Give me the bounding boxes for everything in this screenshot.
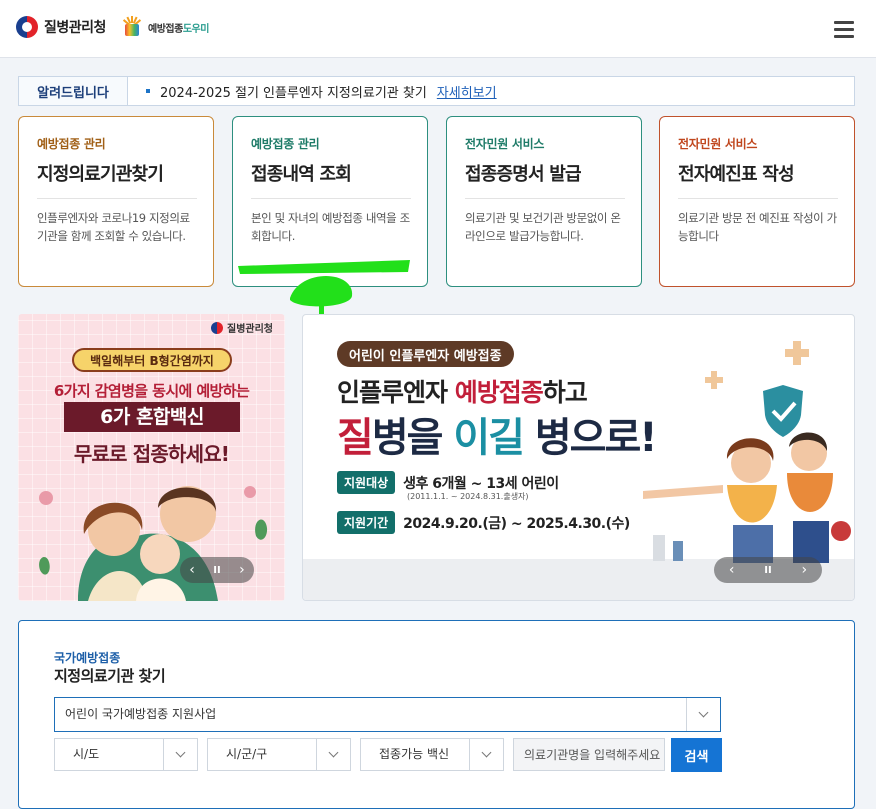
notice-label: 알려드립니다 [19,77,128,105]
children-illustration [643,341,851,563]
card-title: 접종내역 조회 [251,160,411,199]
pause-icon[interactable]: II [213,565,220,576]
search-button[interactable]: 검색 [671,738,722,772]
right-banner-controls: ‹ II › [714,557,822,583]
vaccination-helper-logo[interactable]: 예방접종도우미 [120,16,209,38]
support-period-tag: 지원기간 [337,511,396,534]
notice-more-link[interactable]: 자세히보기 [437,82,497,101]
sigungu-select-value: 시/군/구 [226,747,268,761]
next-arrow-icon[interactable]: › [801,562,807,578]
sigungu-select[interactable]: 시/군/구 [207,738,351,771]
card-title: 접종증명서 발급 [465,160,625,199]
vaccine-select-value: 접종가능 백신 [379,747,450,761]
designated-clinic-search: 국가예방접종 지정의료기관 찾기 어린이 국가예방접종 지원사업 시/도 시/군… [18,620,855,809]
taegeuk-icon [211,321,223,334]
chevron-down-icon [469,739,503,770]
search-title: 지정의료기관 찾기 [54,667,166,685]
banner-pill: 어린이 인플루엔자 예방접종 [337,341,514,367]
card-description: 의료기관 방문 전 예진표 작성이 가능합니다 [678,211,837,244]
prev-arrow-icon[interactable]: ‹ [189,562,195,578]
taegeuk-icon [16,16,38,38]
hamburger-menu-icon[interactable] [834,21,854,38]
card-title: 지정의료기관찾기 [37,160,197,199]
chevron-down-icon [686,698,720,731]
left-banner-controls: ‹ II › [180,557,254,583]
notice-bar: 알려드립니다 2024-2025 절기 인플루엔자 지정의료기관 찾기 자세히보… [18,76,855,106]
bullet-icon [146,89,150,93]
banner-headline-1: 6가지 감염병을 동시에 예방하는 [53,382,250,400]
banner-headline-2: 6가 혼합백신 [64,402,240,432]
prev-arrow-icon[interactable]: ‹ [729,562,735,578]
banner-headline-1: 인플루엔자 예방접종하고 [337,378,588,407]
search-category: 국가예방접종 [54,651,121,665]
card-description: 본인 및 자녀의 예방접종 내역을 조회합니다. [251,211,410,244]
program-select-value: 어린이 국가예방접종 지원사업 [65,707,217,721]
site-header: 질병관리청 예방접종도우미 [0,0,876,58]
sun-icon [120,16,144,38]
chevron-down-icon [316,739,350,770]
support-period-row: 지원기간 2024.9.20.(금) ~ 2025.4.30.(수) [337,511,630,534]
kdca-logo-text: 질병관리청 [44,20,106,36]
support-period-value: 2024.9.20.(금) ~ 2025.4.30.(수) [403,515,630,532]
chevron-down-icon [163,739,197,770]
program-select[interactable]: 어린이 국가예방접종 지원사업 [54,697,721,732]
card-vaccination-certificate[interactable]: 전자민원 서비스 접종증명서 발급 의료기관 및 보건기관 방문없이 온라인으로… [446,116,642,287]
card-description: 인플루엔자와 코로나19 지정의료기관을 함께 조회할 수 있습니다. [37,211,190,244]
next-arrow-icon[interactable]: › [239,562,245,578]
card-category: 전자민원 서비스 [678,137,758,151]
sido-select[interactable]: 시/도 [54,738,198,771]
card-category: 예방접종 관리 [37,137,106,151]
notice-text[interactable]: 2024-2025 절기 인플루엔자 지정의료기관 찾기 [160,82,427,101]
banner-kdca-logo: 질병관리청 [211,320,273,335]
card-vaccination-history[interactable]: 예방접종 관리 접종내역 조회 본인 및 자녀의 예방접종 내역을 조회합니다. [232,116,428,287]
support-target-value: 생후 6개월 ~ 13세 어린이 [403,475,559,492]
banner-headline-3: 무료로 접종하세요! [73,442,230,466]
card-e-prescreening-form[interactable]: 전자민원 서비스 전자예진표 작성 의료기관 방문 전 예진표 작성이 가능합니… [659,116,855,287]
sido-select-value: 시/도 [73,747,100,761]
kdca-logo[interactable]: 질병관리청 [16,16,106,38]
card-category: 예방접종 관리 [251,137,320,151]
card-category: 전자민원 서비스 [465,137,545,151]
vaccine-select[interactable]: 접종가능 백신 [360,738,504,771]
clinic-name-input[interactable] [513,738,665,771]
card-find-designated-clinic[interactable]: 예방접종 관리 지정의료기관찾기 인플루엔자와 코로나19 지정의료기관을 함께… [18,116,214,287]
banner-headline-2: 질병을 이길 병으로! [337,415,658,461]
pause-icon[interactable]: II [764,565,771,576]
support-target-tag: 지원대상 [337,471,396,494]
support-target-note: (2011.1.1. ~ 2024.8.31.출생자) [407,492,529,501]
banner-pill: 백일해부터 B형간염까지 [72,348,232,372]
card-description: 의료기관 및 보건기관 방문없이 온라인으로 발급가능합니다. [465,211,621,244]
card-title: 전자예진표 작성 [678,160,838,199]
helper-logo-text: 예방접종도우미 [148,23,209,35]
